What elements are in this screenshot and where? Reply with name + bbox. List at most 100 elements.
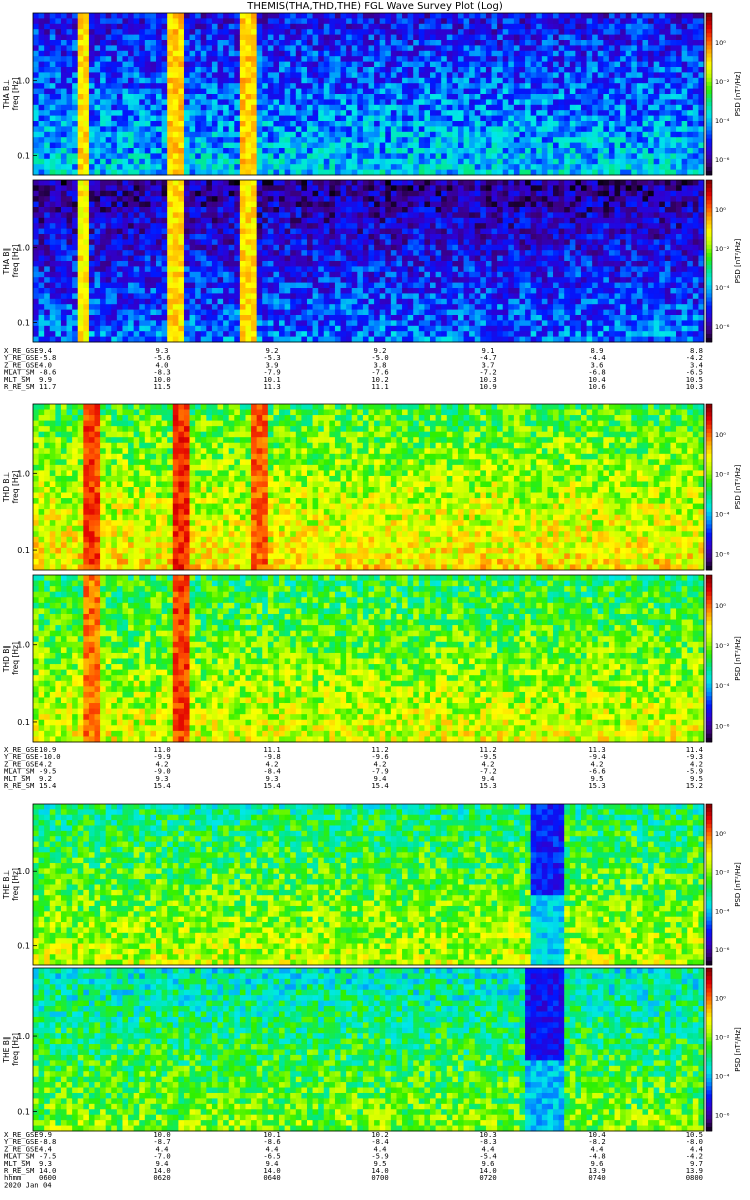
heatmap-cell [178,164,185,170]
heatmap-cell [122,325,129,332]
heatmap-cell [38,207,45,213]
heatmap-cell [116,217,123,224]
heatmap-cell [553,13,560,19]
heatmap-cell [374,164,381,170]
heatmap-cell [290,164,297,170]
heatmap-cell [83,34,90,41]
heatmap-cell [245,277,252,283]
heatmap-cell [72,223,79,229]
heatmap-cell [211,83,218,89]
heatmap-cell [228,325,235,332]
heatmap-cell [642,83,649,89]
heatmap-cell [480,158,487,165]
heatmap-cell [586,137,593,143]
heatmap-cell [698,131,705,138]
heatmap-cell [122,255,129,262]
heatmap-cell [575,83,582,89]
heatmap-cell [608,142,615,149]
heatmap-cell [558,18,565,25]
heatmap-cell [245,83,252,89]
heatmap-cell [183,190,190,197]
heatmap-cell [144,266,151,273]
heatmap-cell [183,212,190,219]
heatmap-cell [128,298,135,305]
heatmap-cell [44,331,51,337]
heatmap-cell [390,72,397,79]
heatmap-cell [33,212,39,219]
heatmap-cell [267,50,274,57]
heatmap-cell [83,298,90,305]
heatmap-cell [648,23,655,30]
heatmap-cell [631,45,638,52]
heatmap-cell [485,94,492,100]
heatmap-cell [195,110,202,116]
heatmap-cell [223,207,230,213]
heatmap-cell [586,121,593,127]
heatmap-cell [346,153,353,160]
heatmap-cell [379,23,386,30]
heatmap-cell [323,77,330,84]
heatmap-cell [211,309,218,316]
heatmap-cell [223,239,230,246]
heatmap-cell [206,336,213,343]
heatmap-cell [502,29,509,35]
heatmap-cell [312,115,319,122]
heatmap-cell [217,137,224,143]
heatmap-cell [161,99,168,106]
heatmap-cell [66,315,73,321]
heatmap-cell [469,142,476,149]
heatmap-cell [183,169,190,176]
heatmap-cell [55,61,62,68]
heatmap-cell [290,158,297,165]
heatmap-cell [692,67,699,73]
heatmap-cell [569,126,576,133]
heatmap-cell [569,67,576,73]
heatmap-cell [77,126,84,133]
heatmap-cell [592,153,599,160]
heatmap-cell [676,110,683,116]
heatmap-cell [245,115,252,122]
heatmap-cell [139,126,146,133]
heatmap-cell [183,266,190,273]
heatmap-cell [128,88,135,95]
heatmap-cell [491,110,498,116]
heatmap-cell [206,169,213,176]
heatmap-cell [66,336,73,343]
heatmap-cell [279,45,286,52]
heatmap-cell [636,110,643,116]
heatmap-cell [189,50,196,57]
heatmap-cell [55,271,62,278]
heatmap-cell [88,315,95,321]
heatmap-cell [122,126,129,133]
heatmap-cell [586,23,593,30]
heatmap-cell [206,29,213,35]
heatmap-cell [83,72,90,79]
heatmap-cell [312,77,319,84]
heatmap-cell [44,212,51,219]
heatmap-cell [88,110,95,116]
heatmap-cell [211,88,218,95]
heatmap-cell [413,18,420,25]
heatmap-cell [72,164,79,170]
heatmap-cell [430,29,436,35]
heatmap-cell [49,13,56,19]
heatmap-cell [206,244,213,251]
heatmap-cell [200,228,207,235]
heatmap-cell [620,61,627,68]
heatmap-cell [351,29,358,35]
heatmap-cell [38,304,45,310]
heatmap-cell [279,115,286,122]
heatmap-cell [156,239,163,246]
heatmap-cell [200,104,207,111]
heatmap-cell [597,148,604,154]
heatmap-cell [273,34,280,41]
heatmap-cell [614,153,621,160]
heatmap-cell [480,83,487,89]
heatmap-cell [586,99,593,106]
heatmap-cell [424,153,431,160]
heatmap-cell [251,88,258,95]
heatmap-cell [189,271,196,278]
heatmap-cell [156,320,163,327]
heatmap-cell [161,244,168,251]
heatmap-cell [379,83,386,89]
